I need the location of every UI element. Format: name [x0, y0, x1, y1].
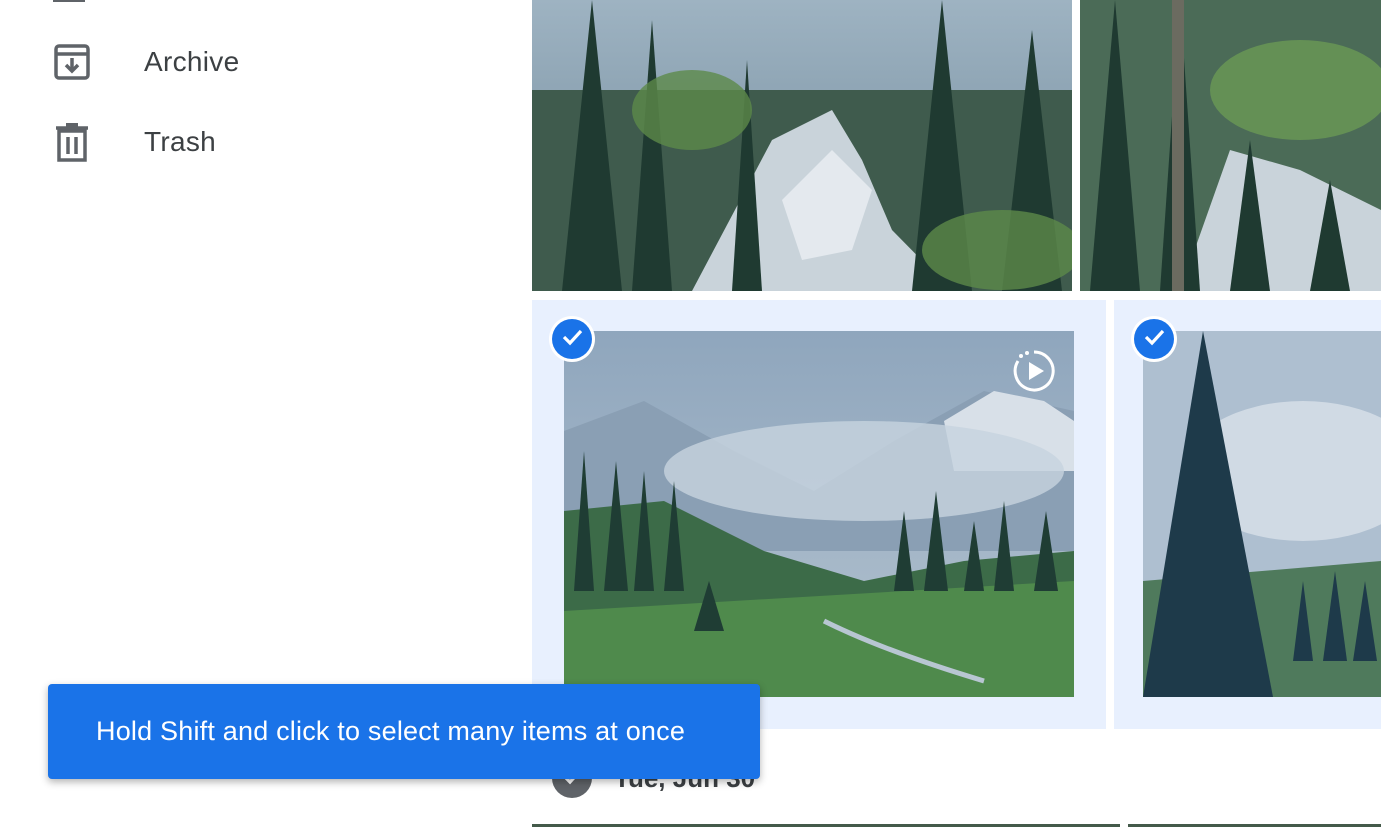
photo-selected-checkbox[interactable] [552, 319, 592, 359]
hint-toast: Hold Shift and click to select many item… [48, 684, 760, 779]
archive-icon [52, 42, 92, 82]
sidebar-item-trash[interactable]: Trash [0, 112, 480, 172]
photo-selected-checkbox[interactable] [1134, 319, 1174, 359]
sidebar-item-label: Trash [144, 126, 217, 157]
sidebar-item-partial[interactable] [53, 0, 85, 2]
trash-icon [52, 122, 92, 162]
photo-image [1143, 331, 1381, 697]
sidebar-item-label: Archive [144, 46, 240, 77]
sidebar-item-archive[interactable]: Archive [0, 32, 480, 92]
photo-image [1080, 0, 1381, 291]
photo-image [532, 0, 1072, 291]
photo-image [564, 331, 1074, 697]
photo-thumbnail-selected[interactable] [564, 331, 1074, 697]
photo-thumbnail[interactable] [532, 0, 1072, 291]
photo-thumbnail-selected[interactable] [1143, 331, 1381, 697]
toast-message: Hold Shift and click to select many item… [96, 716, 686, 746]
motion-photo-icon[interactable] [1012, 349, 1056, 393]
checkmark-icon [560, 325, 584, 354]
checkmark-icon [1142, 325, 1166, 354]
photo-thumbnail[interactable] [1080, 0, 1381, 291]
